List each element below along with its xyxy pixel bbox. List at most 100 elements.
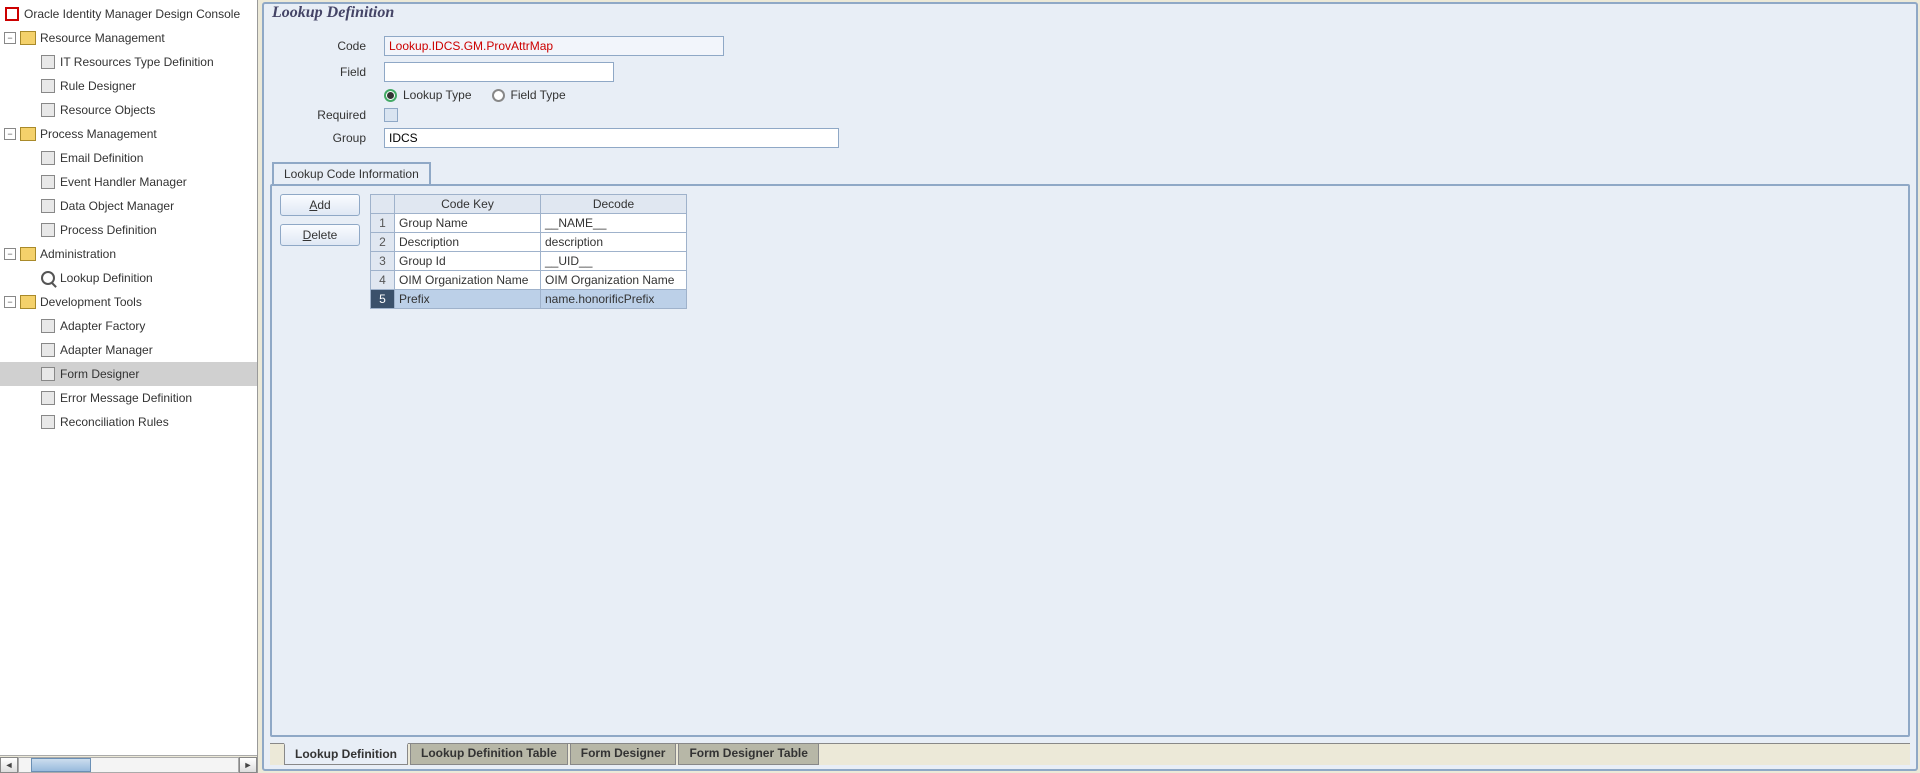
tree-root[interactable]: Oracle Identity Manager Design Console	[0, 2, 257, 26]
collapse-icon[interactable]: −	[4, 128, 16, 140]
field-type-radio[interactable]: Field Type	[492, 88, 566, 102]
column-header-codekey[interactable]: Code Key	[395, 195, 541, 214]
lookup-code-information-panel: Add Delete Code Key Decode 1Group Name__…	[270, 184, 1910, 737]
tree-leaf-process-definition[interactable]: Process Definition	[0, 218, 257, 242]
tree-leaf-label: Reconciliation Rules	[60, 415, 169, 429]
magnify-icon	[40, 270, 56, 286]
bottom-tab-form-designer-table[interactable]: Form Designer Table	[678, 744, 818, 765]
doc-icon	[40, 150, 56, 166]
decode-cell[interactable]: __UID__	[541, 252, 687, 271]
tree-node-administration[interactable]: − Administration	[0, 242, 257, 266]
row-number-cell: 3	[371, 252, 395, 271]
collapse-icon[interactable]: −	[4, 296, 16, 308]
doc-icon	[40, 414, 56, 430]
tree-node-development-tools[interactable]: − Development Tools	[0, 290, 257, 314]
doc-icon	[40, 78, 56, 94]
row-number-cell: 4	[371, 271, 395, 290]
tab-lookup-code-information[interactable]: Lookup Code Information	[272, 162, 431, 184]
tree-leaf-it-resources[interactable]: IT Resources Type Definition	[0, 50, 257, 74]
lookup-definition-form: Code Field Lookup Type Field Type Requir…	[264, 26, 1916, 162]
column-header-decode[interactable]: Decode	[541, 195, 687, 214]
scroll-track[interactable]	[18, 757, 239, 773]
doc-icon	[40, 102, 56, 118]
field-input[interactable]	[384, 62, 614, 82]
tree-leaf-adapter-factory[interactable]: Adapter Factory	[0, 314, 257, 338]
codekey-cell[interactable]: Group Id	[395, 252, 541, 271]
radio-label: Lookup Type	[403, 88, 472, 102]
tree-leaf-label: Adapter Factory	[60, 319, 145, 333]
scroll-right-button[interactable]: ►	[239, 757, 257, 773]
collapse-icon[interactable]: −	[4, 32, 16, 44]
folder-icon	[20, 246, 36, 262]
group-input[interactable]	[384, 128, 839, 148]
app-icon	[4, 6, 20, 22]
doc-icon	[40, 222, 56, 238]
tree-node-process-management[interactable]: − Process Management	[0, 122, 257, 146]
bottom-tab-lookup-definition[interactable]: Lookup Definition	[284, 743, 408, 765]
sidebar: Oracle Identity Manager Design Console −…	[0, 0, 258, 773]
required-label: Required	[274, 108, 384, 122]
tree-leaf-rule-designer[interactable]: Rule Designer	[0, 74, 257, 98]
scroll-thumb[interactable]	[31, 758, 91, 772]
lookup-code-table[interactable]: Code Key Decode 1Group Name__NAME__2Desc…	[370, 194, 687, 309]
tree-leaf-resource-objects[interactable]: Resource Objects	[0, 98, 257, 122]
group-label: Group	[274, 131, 384, 145]
codekey-cell[interactable]: OIM Organization Name	[395, 271, 541, 290]
tree-leaf-label: Rule Designer	[60, 79, 136, 93]
decode-cell[interactable]: OIM Organization Name	[541, 271, 687, 290]
codekey-cell[interactable]: Prefix	[395, 290, 541, 309]
tree-leaf-adapter-manager[interactable]: Adapter Manager	[0, 338, 257, 362]
doc-icon	[40, 198, 56, 214]
decode-cell[interactable]: __NAME__	[541, 214, 687, 233]
tree-leaf-lookup-definition[interactable]: Lookup Definition	[0, 266, 257, 290]
lookup-type-radio[interactable]: Lookup Type	[384, 88, 472, 102]
codekey-cell[interactable]: Description	[395, 233, 541, 252]
app-window: Oracle Identity Manager Design Console −…	[0, 0, 1920, 773]
tree-leaf-label: Adapter Manager	[60, 343, 153, 357]
tree-node-resource-management[interactable]: − Resource Management	[0, 26, 257, 50]
bottom-tab-form-designer[interactable]: Form Designer	[570, 744, 677, 765]
collapse-icon[interactable]: −	[4, 248, 16, 260]
scroll-left-button[interactable]: ◄	[0, 757, 18, 773]
tree-node-label: Process Management	[40, 127, 157, 141]
code-label: Code	[274, 39, 384, 53]
tree-leaf-event-handler[interactable]: Event Handler Manager	[0, 170, 257, 194]
tree-leaf-label: Error Message Definition	[60, 391, 192, 405]
decode-cell[interactable]: name.honorificPrefix	[541, 290, 687, 309]
bottom-tab-lookup-definition-table[interactable]: Lookup Definition Table	[410, 744, 568, 765]
add-button[interactable]: Add	[280, 194, 360, 216]
radio-selected-icon	[384, 89, 397, 102]
table-row[interactable]: 3Group Id__UID__	[371, 252, 687, 271]
tree-leaf-reconciliation-rules[interactable]: Reconciliation Rules	[0, 410, 257, 434]
tree-leaf-form-designer[interactable]: Form Designer	[0, 362, 257, 386]
doc-icon	[40, 174, 56, 190]
tree-node-label: Administration	[40, 247, 116, 261]
design-console-tree[interactable]: Oracle Identity Manager Design Console −…	[0, 0, 257, 755]
row-number-cell: 2	[371, 233, 395, 252]
tree-leaf-label: Email Definition	[60, 151, 143, 165]
table-row[interactable]: 1Group Name__NAME__	[371, 214, 687, 233]
tree-leaf-label: IT Resources Type Definition	[60, 55, 214, 69]
required-checkbox[interactable]	[384, 108, 398, 122]
field-label: Field	[274, 65, 384, 79]
delete-button[interactable]: Delete	[280, 224, 360, 246]
tree-leaf-email-definition[interactable]: Email Definition	[0, 146, 257, 170]
table-row[interactable]: 5Prefixname.honorificPrefix	[371, 290, 687, 309]
tree-leaf-label: Lookup Definition	[60, 271, 153, 285]
table-row[interactable]: 2Descriptiondescription	[371, 233, 687, 252]
row-number-cell: 1	[371, 214, 395, 233]
main-panel: Lookup Definition Code Field Lookup Type…	[262, 2, 1918, 771]
sidebar-horizontal-scrollbar[interactable]: ◄ ►	[0, 755, 257, 773]
tree-leaf-label: Resource Objects	[60, 103, 155, 117]
tree-leaf-data-object-manager[interactable]: Data Object Manager	[0, 194, 257, 218]
tree-leaf-error-message-definition[interactable]: Error Message Definition	[0, 386, 257, 410]
table-row[interactable]: 4OIM Organization NameOIM Organization N…	[371, 271, 687, 290]
code-input[interactable]	[384, 36, 724, 56]
tree-leaf-label: Event Handler Manager	[60, 175, 187, 189]
row-number-header	[371, 195, 395, 214]
row-number-cell: 5	[371, 290, 395, 309]
codekey-cell[interactable]: Group Name	[395, 214, 541, 233]
decode-cell[interactable]: description	[541, 233, 687, 252]
gear-icon	[40, 342, 56, 358]
folder-icon	[20, 126, 36, 142]
